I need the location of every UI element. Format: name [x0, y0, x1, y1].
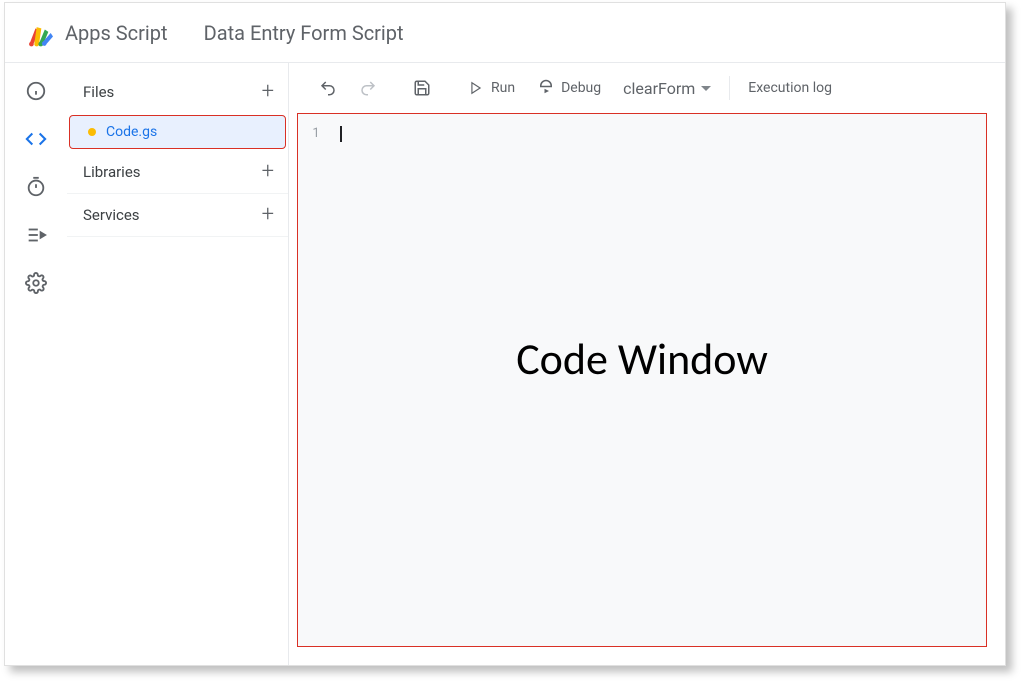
editor-toolbar: Run Debug clearForm Execution log [289, 63, 1005, 113]
app-window: Apps Script Data Entry Form Script Fi [4, 2, 1006, 666]
undo-icon [319, 79, 337, 97]
save-button[interactable] [403, 73, 441, 103]
undo-button[interactable] [309, 73, 347, 103]
settings-gear-icon[interactable] [24, 271, 48, 295]
run-label: Run [491, 80, 515, 96]
executions-icon[interactable] [24, 223, 48, 247]
execution-log-label: Execution log [748, 80, 832, 96]
text-cursor-icon [340, 126, 342, 142]
add-service-icon[interactable]: + [262, 204, 274, 226]
unsaved-dot-icon [88, 128, 96, 136]
libraries-section[interactable]: Libraries + [67, 151, 288, 194]
services-label: Services [83, 206, 140, 224]
run-button[interactable]: Run [457, 73, 525, 103]
logo-cluster[interactable]: Apps Script [25, 19, 168, 47]
app-header: Apps Script Data Entry Form Script [5, 3, 1005, 63]
toolbar-divider [729, 76, 730, 100]
files-label: Files [83, 83, 114, 101]
services-section[interactable]: Services + [67, 194, 288, 237]
debug-label: Debug [561, 80, 601, 96]
debug-button[interactable]: Debug [527, 73, 611, 103]
app-name: Apps Script [65, 21, 168, 45]
overview-icon[interactable] [24, 79, 48, 103]
chevron-down-icon [701, 86, 711, 91]
files-section-header: Files + [67, 71, 288, 113]
add-library-icon[interactable]: + [262, 161, 274, 183]
function-name: clearForm [623, 79, 695, 98]
redo-button[interactable] [349, 73, 387, 103]
file-name: Code.gs [106, 124, 157, 140]
code-editor[interactable]: 1 Code Window [297, 113, 987, 647]
save-icon [413, 79, 431, 97]
line-gutter: 1 [298, 114, 334, 646]
triggers-icon[interactable] [24, 175, 48, 199]
project-title[interactable]: Data Entry Form Script [204, 21, 404, 45]
content-area: Run Debug clearForm Execution log [289, 63, 1005, 665]
execution-log-button[interactable]: Execution log [738, 74, 842, 102]
line-number: 1 [298, 126, 334, 141]
annotation-overlay: Code Window [516, 332, 768, 386]
debug-icon [537, 79, 555, 97]
libraries-label: Libraries [83, 163, 141, 181]
file-item-code-gs[interactable]: Code.gs [69, 115, 286, 149]
file-sidebar: Files + Code.gs Libraries + Services + [67, 63, 289, 665]
add-file-icon[interactable]: + [262, 81, 274, 103]
editor-icon[interactable] [24, 127, 48, 151]
play-icon [467, 79, 485, 97]
main-area: Files + Code.gs Libraries + Services + [5, 63, 1005, 665]
redo-icon [359, 79, 377, 97]
left-rail [5, 63, 67, 665]
apps-script-logo-icon [25, 19, 53, 47]
function-selector[interactable]: clearForm [613, 73, 721, 104]
